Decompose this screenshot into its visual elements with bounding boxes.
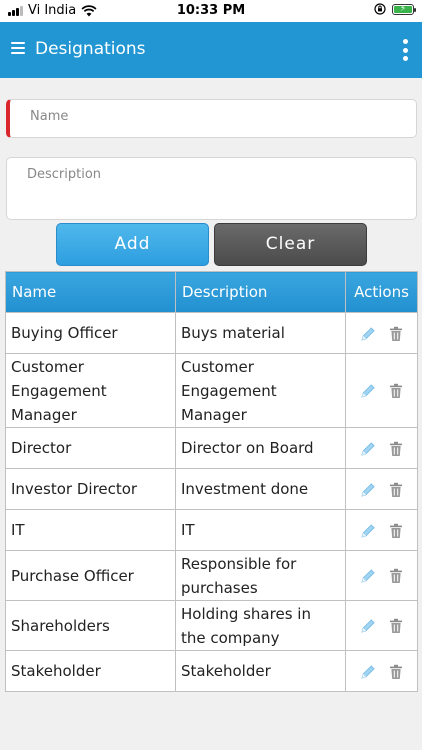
table-row: Director Director on Board [5, 427, 418, 469]
cell-actions [345, 650, 418, 692]
cell-actions [345, 353, 418, 428]
cell-description: Director on Board [175, 427, 346, 469]
pencil-icon[interactable] [358, 521, 378, 541]
cell-name: Director [5, 427, 176, 469]
description-placeholder: Description [27, 167, 102, 182]
table-row: Investor Director Investment done [5, 468, 418, 510]
table-row: Shareholders Holding shares in the compa… [5, 600, 418, 651]
header-name: Name [5, 271, 176, 313]
status-right: ⚡ [374, 3, 416, 15]
cell-actions [345, 468, 418, 510]
clear-button[interactable]: Clear [214, 223, 367, 266]
cell-actions [345, 427, 418, 469]
table-row: Purchase Officer Responsible for purchas… [5, 550, 418, 601]
cell-actions [345, 600, 418, 651]
cell-name: Investor Director [5, 468, 176, 510]
status-bar: Vi India 10:33 PM ⚡ [0, 0, 422, 22]
cell-description: Holding shares in the company [175, 600, 346, 651]
cell-description: Responsible for purchases [175, 550, 346, 601]
pencil-icon[interactable] [358, 662, 378, 682]
cell-name: Buying Officer [5, 312, 176, 354]
trash-icon[interactable] [386, 521, 406, 541]
name-field[interactable]: Name [6, 99, 417, 138]
pencil-icon[interactable] [358, 616, 378, 636]
cell-actions [345, 312, 418, 354]
cell-description: IT [175, 509, 346, 551]
table-row: Stakeholder Stakeholder [5, 650, 418, 692]
trash-icon[interactable] [386, 480, 406, 500]
trash-icon[interactable] [386, 324, 406, 344]
cell-description: Customer Engagement Manager [175, 353, 346, 428]
trash-icon[interactable] [386, 381, 406, 401]
pencil-icon[interactable] [358, 480, 378, 500]
description-field[interactable]: Description [6, 157, 417, 220]
cell-actions [345, 550, 418, 601]
table-row: IT IT [5, 509, 418, 551]
table-row: Customer Engagement Manager Customer Eng… [5, 353, 418, 428]
page-title: Designations [35, 39, 146, 59]
trash-icon[interactable] [386, 662, 406, 682]
cell-name: IT [5, 509, 176, 551]
pencil-icon[interactable] [358, 439, 378, 459]
add-button[interactable]: Add [56, 223, 209, 266]
trash-icon[interactable] [386, 616, 406, 636]
cell-name: Stakeholder [5, 650, 176, 692]
cell-name: Customer Engagement Manager [5, 353, 176, 428]
cell-description: Buys material [175, 312, 346, 354]
overflow-menu-icon[interactable] [402, 39, 408, 61]
lock-rotation-icon [374, 3, 386, 15]
cell-description: Stakeholder [175, 650, 346, 692]
battery-icon: ⚡ [392, 3, 416, 15]
pencil-icon[interactable] [358, 381, 378, 401]
header-description: Description [175, 271, 346, 313]
hamburger-menu-icon[interactable] [11, 42, 25, 54]
pencil-icon[interactable] [358, 324, 378, 344]
designations-table: Name Description Actions Buying Officer … [5, 271, 418, 692]
status-time: 10:33 PM [176, 3, 246, 18]
cell-description: Investment done [175, 468, 346, 510]
app-header: Designations [0, 22, 422, 78]
pencil-icon[interactable] [358, 566, 378, 586]
header-actions: Actions [345, 271, 418, 313]
cell-name: Purchase Officer [5, 550, 176, 601]
trash-icon[interactable] [386, 566, 406, 586]
cell-actions [345, 509, 418, 551]
table-row: Buying Officer Buys material [5, 312, 418, 354]
trash-icon[interactable] [386, 439, 406, 459]
table-header-row: Name Description Actions [5, 271, 418, 313]
name-placeholder: Name [30, 109, 69, 124]
cell-name: Shareholders [5, 600, 176, 651]
